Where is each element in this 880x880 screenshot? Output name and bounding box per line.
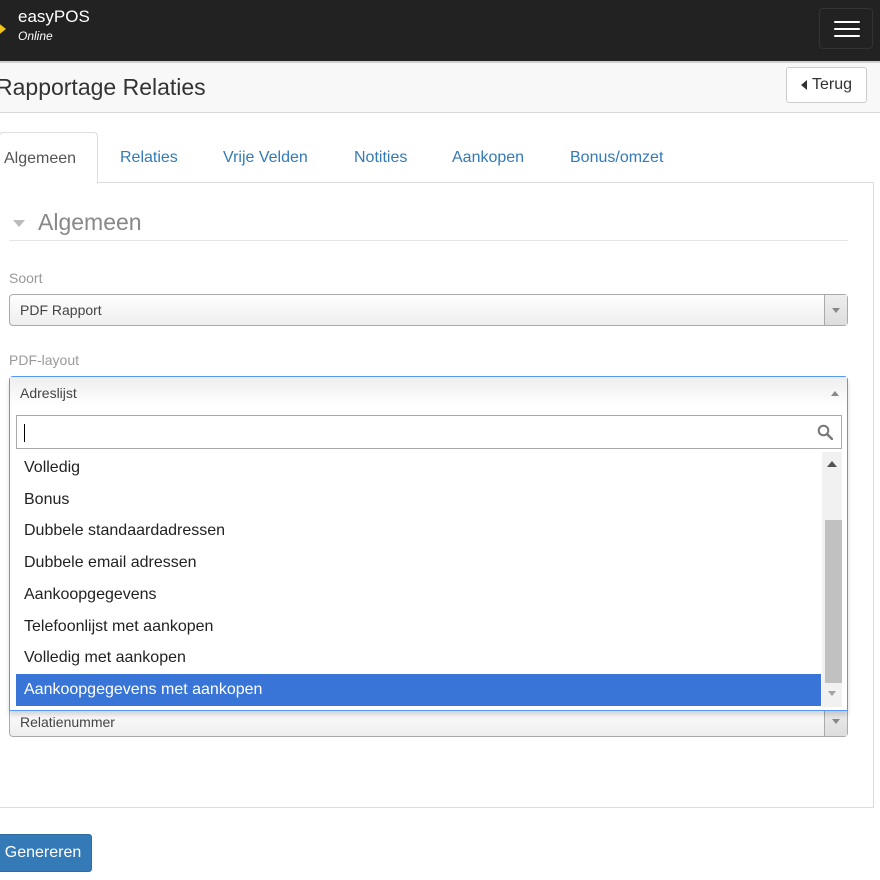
section-title[interactable]: Algemeen	[38, 209, 142, 236]
pdf-layout-select-open[interactable]: Adreslijst Volledig Bonus Dubbele standa…	[9, 376, 848, 711]
tab-notities[interactable]: Notities	[354, 132, 407, 183]
option-aankoopgegevens[interactable]: Aankoopgegevens	[16, 579, 821, 611]
option-telefoonlijst-met-aankopen[interactable]: Telefoonlijst met aankopen	[16, 611, 821, 643]
option-dubbele-standaardadressen[interactable]: Dubbele standaardadressen	[16, 515, 821, 547]
caret-left-icon	[801, 80, 807, 90]
option-bonus[interactable]: Bonus	[16, 484, 821, 516]
scroll-down-icon[interactable]	[828, 691, 836, 696]
soort-select[interactable]: PDF Rapport	[9, 294, 848, 326]
scroll-up-icon[interactable]	[827, 461, 837, 467]
tab-bonus-omzet[interactable]: Bonus/omzet	[570, 132, 663, 183]
page-header: Rapportage Relaties Terug	[0, 63, 880, 113]
top-navbar: easyPOS Online	[0, 0, 880, 61]
tab-algemeen[interactable]: Algemeen	[0, 132, 98, 184]
tab-bar: Algemeen Relaties Vrije Velden Notities …	[0, 132, 880, 184]
pdf-layout-value: Adreslijst	[20, 385, 77, 401]
pdf-layout-select[interactable]: Adreslijst	[10, 377, 847, 407]
brand-subtitle: Online	[18, 29, 53, 43]
pdf-layout-label: PDF-layout	[9, 352, 80, 368]
chevron-down-icon	[832, 308, 840, 313]
soort-label: Soort	[9, 270, 43, 286]
chevron-up-icon	[831, 391, 839, 396]
tab-aankopen[interactable]: Aankopen	[452, 132, 524, 183]
brand-name[interactable]: easyPOS	[18, 7, 90, 27]
option-volledig-met-aankopen[interactable]: Volledig met aankopen	[16, 642, 821, 674]
back-button[interactable]: Terug	[786, 67, 867, 103]
sortering-value: Relatienummer	[20, 714, 115, 730]
search-icon	[817, 424, 833, 440]
page-title: Rapportage Relaties	[0, 74, 206, 100]
scrollbar-thumb[interactable]	[825, 520, 842, 683]
tab-vrije-velden[interactable]: Vrije Velden	[223, 132, 308, 183]
generate-button[interactable]: Genereren	[0, 834, 92, 872]
option-volledig[interactable]: Volledig	[16, 452, 821, 484]
text-cursor	[24, 424, 25, 442]
collapse-caret-icon[interactable]	[13, 220, 25, 227]
back-button-label: Terug	[812, 76, 853, 93]
chevron-down-icon	[832, 719, 840, 724]
hamburger-icon	[834, 21, 860, 23]
option-dubbele-email-adressen[interactable]: Dubbele email adressen	[16, 547, 821, 579]
soort-value: PDF Rapport	[20, 302, 102, 318]
tab-relaties[interactable]: Relaties	[120, 132, 178, 183]
logo-icon	[0, 24, 6, 34]
dropdown-scrollbar[interactable]	[822, 452, 842, 707]
option-aankoopgegevens-met-aankopen[interactable]: Aankoopgegevens met aankopen	[16, 674, 821, 706]
dropdown-results[interactable]: Volledig Bonus Dubbele standaardadressen…	[16, 452, 842, 707]
menu-toggle-button[interactable]	[819, 8, 873, 49]
dropdown-search-input[interactable]	[16, 415, 842, 449]
